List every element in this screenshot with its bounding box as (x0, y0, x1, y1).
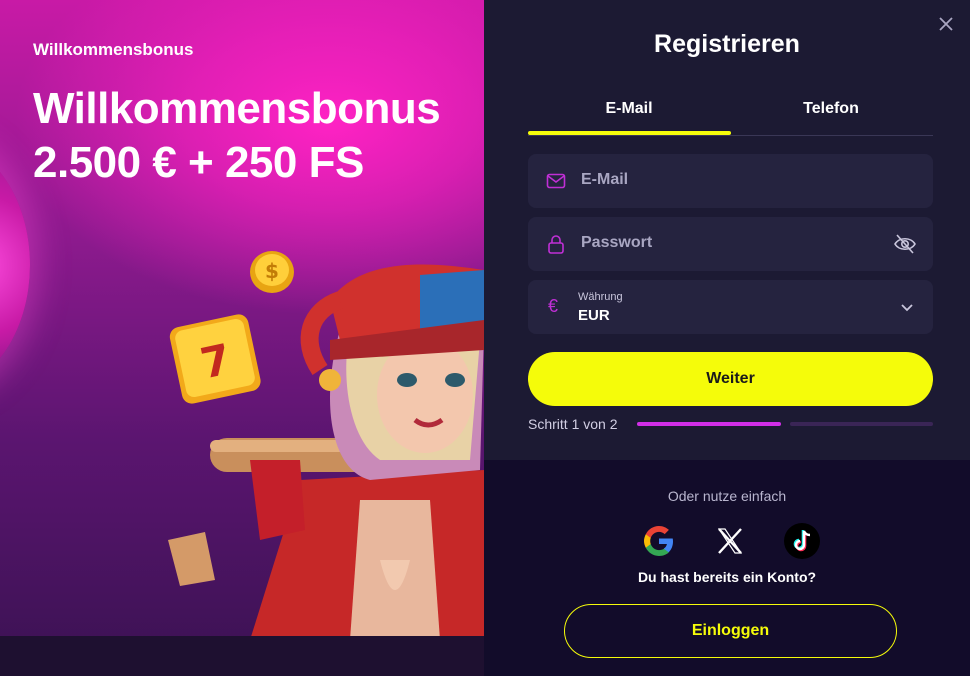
promo-headline-line1: Willkommensbonus (33, 84, 441, 133)
google-icon[interactable] (640, 522, 678, 560)
login-button[interactable]: Einloggen (564, 604, 897, 658)
currency-select[interactable]: € Währung EUR (528, 280, 933, 334)
card-shape (168, 532, 215, 586)
have-account-text: Du hast bereits ein Konto? (637, 569, 817, 585)
currency-label: Währung (578, 291, 623, 303)
promo-headline: Willkommensbonus 2.500 € + 250 FS (33, 82, 441, 190)
email-field[interactable]: E-Mail (528, 154, 933, 208)
currency-value: EUR (578, 307, 610, 324)
euro-icon: € (548, 296, 559, 316)
tab-active-indicator (528, 131, 731, 135)
auth-tabs: E-Mail Telefon (528, 96, 933, 136)
page-title: Registrieren (654, 30, 800, 58)
svg-text:$: $ (265, 259, 279, 283)
eye-off-icon[interactable] (893, 233, 917, 255)
promo-bottom-band (0, 636, 484, 676)
chevron-down-icon (901, 304, 913, 312)
tab-phone[interactable]: Telefon (730, 96, 932, 134)
social-login-caption: Oder nutze einfach (667, 488, 787, 504)
coin-icon: $ (250, 251, 294, 293)
lock-icon (548, 235, 564, 254)
password-field[interactable]: Passwort (528, 217, 933, 271)
continue-button[interactable]: Weiter (528, 352, 933, 406)
promo-panel: $ 7 Willkommensbonus Willkommensbonus 2.… (0, 0, 484, 676)
tiktok-icon[interactable] (783, 522, 821, 560)
tab-email[interactable]: E-Mail (528, 96, 730, 134)
password-placeholder: Passwort (581, 234, 653, 251)
email-placeholder: E-Mail (581, 171, 629, 188)
step-progress-2 (790, 422, 933, 426)
step-indicator-text: Schritt 1 von 2 (528, 416, 618, 432)
promo-kicker: Willkommensbonus (33, 40, 194, 59)
promo-headline-line2: 2.500 € + 250 FS (33, 138, 364, 187)
mail-icon (546, 173, 566, 189)
step-progress-1 (637, 422, 781, 426)
dice-icon: 7 (169, 314, 261, 404)
x-icon[interactable] (711, 522, 749, 560)
